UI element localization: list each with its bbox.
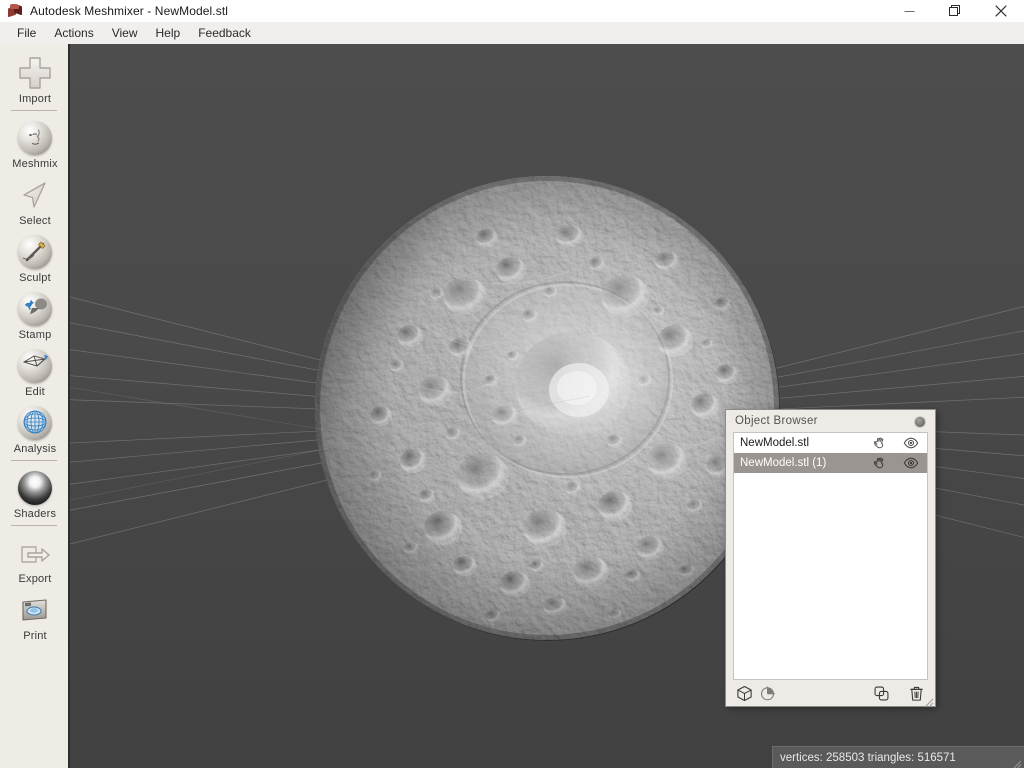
meshmixer-window: Autodesk Meshmixer - NewModel.stl File A… bbox=[0, 0, 1024, 768]
plus-import-icon bbox=[15, 53, 55, 93]
tool-edit[interactable]: Edit bbox=[0, 343, 70, 400]
window-resize-grip[interactable] bbox=[1012, 756, 1022, 766]
brush-sphere-icon bbox=[15, 232, 55, 272]
tool-label-edit: Edit bbox=[25, 386, 45, 398]
eye-icon[interactable] bbox=[903, 455, 919, 471]
toolbar-separator bbox=[11, 525, 57, 526]
tool-import[interactable]: Import bbox=[0, 50, 70, 107]
trash-icon[interactable] bbox=[908, 685, 925, 702]
hand-pick-icon[interactable] bbox=[871, 455, 887, 471]
object-browser-title: Object Browser bbox=[735, 415, 818, 427]
tool-export[interactable]: Export bbox=[0, 530, 70, 587]
close-button[interactable] bbox=[978, 0, 1024, 22]
menu-item-help[interactable]: Help bbox=[147, 24, 190, 42]
object-list[interactable]: NewModel.stl bbox=[733, 432, 928, 680]
status-bar: vertices: 258503 triangles: 516571 bbox=[772, 746, 1024, 768]
pie-sphere-icon[interactable] bbox=[759, 685, 776, 702]
tool-label-meshmix: Meshmix bbox=[12, 158, 57, 170]
arrow-cursor-icon bbox=[15, 175, 55, 215]
menu-item-view[interactable]: View bbox=[103, 24, 147, 42]
cube-icon[interactable] bbox=[736, 685, 753, 702]
tool-analysis[interactable]: Analysis bbox=[0, 400, 70, 457]
title-bar: Autodesk Meshmixer - NewModel.stl bbox=[0, 0, 1024, 23]
minimize-button[interactable] bbox=[886, 0, 932, 22]
toolbar-separator bbox=[11, 110, 57, 111]
tool-meshmix[interactable]: Meshmix bbox=[0, 115, 70, 172]
menu-item-feedback[interactable]: Feedback bbox=[189, 24, 260, 42]
tool-select[interactable]: Select bbox=[0, 172, 70, 229]
object-list-item[interactable]: NewModel.stl (1) bbox=[734, 453, 927, 473]
hand-pick-icon[interactable] bbox=[871, 435, 887, 451]
menu-bar: File Actions View Help Feedback bbox=[0, 22, 1024, 44]
panel-resize-grip[interactable] bbox=[924, 695, 934, 705]
eye-icon[interactable] bbox=[903, 435, 919, 451]
tool-label-shaders: Shaders bbox=[14, 508, 56, 520]
moon-surface bbox=[315, 176, 780, 641]
stamp-sphere-icon bbox=[15, 289, 55, 329]
menu-item-actions[interactable]: Actions bbox=[45, 24, 102, 42]
tool-label-export: Export bbox=[19, 573, 52, 585]
tool-stamp[interactable]: Stamp bbox=[0, 286, 70, 343]
options-dot-icon[interactable] bbox=[914, 416, 926, 428]
object-list-item[interactable]: NewModel.stl bbox=[734, 433, 927, 453]
tool-label-print: Print bbox=[23, 630, 47, 642]
mesh-stats-text: vertices: 258503 triangles: 516571 bbox=[780, 752, 956, 764]
left-toolbar: Import Meshmix bbox=[0, 44, 70, 768]
export-arrow-icon bbox=[15, 533, 55, 573]
object-browser-footer bbox=[726, 680, 935, 706]
tool-shaders[interactable]: Shaders bbox=[0, 465, 70, 522]
duplicate-icon[interactable] bbox=[873, 685, 890, 702]
wireframe-sphere-icon bbox=[15, 403, 55, 443]
meshmixer-logo-icon bbox=[7, 3, 23, 19]
menu-item-file[interactable]: File bbox=[8, 24, 45, 42]
tool-label-select: Select bbox=[19, 215, 51, 227]
object-name: NewModel.stl bbox=[740, 437, 871, 449]
object-browser-header: Object Browser bbox=[726, 410, 935, 432]
shaded-sphere-icon bbox=[15, 468, 55, 508]
tool-label-stamp: Stamp bbox=[19, 329, 52, 341]
window-controls bbox=[886, 0, 1024, 22]
restore-button[interactable] bbox=[932, 0, 978, 22]
window-title: Autodesk Meshmixer - NewModel.stl bbox=[30, 4, 228, 18]
tool-print[interactable]: Print bbox=[0, 587, 70, 644]
moon-mesh-model[interactable] bbox=[315, 176, 780, 641]
mesh-sphere-icon bbox=[15, 346, 55, 386]
moon-lighting bbox=[315, 176, 780, 641]
toolbar-separator bbox=[11, 460, 57, 461]
tool-label-import: Import bbox=[19, 93, 51, 105]
object-browser-panel[interactable]: Object Browser NewModel.stl bbox=[725, 409, 936, 707]
tool-sculpt[interactable]: Sculpt bbox=[0, 229, 70, 286]
object-name: NewModel.stl (1) bbox=[740, 457, 871, 469]
printer-icon bbox=[15, 590, 55, 630]
tool-label-analysis: Analysis bbox=[14, 443, 57, 455]
face-sphere-icon bbox=[15, 118, 55, 158]
tool-label-sculpt: Sculpt bbox=[19, 272, 51, 284]
